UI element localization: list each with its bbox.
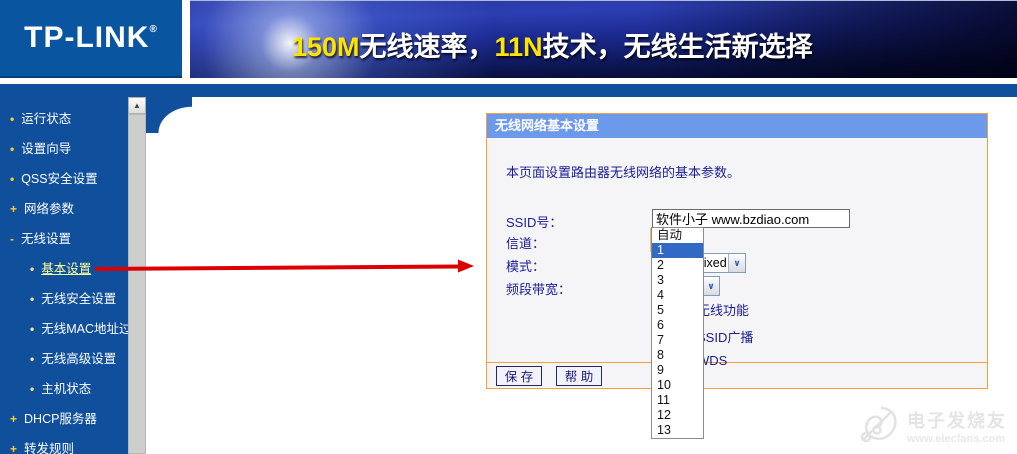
content-corner-curve bbox=[146, 97, 192, 133]
sidebar-item-8[interactable]: • 无线高级设置 bbox=[0, 344, 128, 374]
sidebar-item-label: DHCP服务器 bbox=[24, 412, 97, 426]
channel-option-10[interactable]: 10 bbox=[652, 378, 703, 393]
panel-body: 本页面设置路由器无线网络的基本参数。 SSID号： 信道： 模式： 频段带宽： … bbox=[487, 138, 987, 368]
elecfans-logo-icon bbox=[860, 406, 897, 443]
panel-title: 无线网络基本设置 bbox=[487, 114, 987, 138]
ssid-label: SSID号： bbox=[506, 215, 563, 230]
mode-label: 模式： bbox=[506, 259, 546, 274]
help-button[interactable]: 帮 助 bbox=[556, 365, 602, 386]
bullet-icon: - bbox=[10, 232, 14, 246]
channel-option-6[interactable]: 6 bbox=[652, 318, 703, 333]
sidebar-item-label: QSS安全设置 bbox=[21, 172, 98, 186]
scrollbar-thumb[interactable] bbox=[128, 114, 146, 454]
bullet-icon: + bbox=[10, 202, 18, 216]
channel-option-12[interactable]: 12 bbox=[652, 408, 703, 423]
wireless-settings-panel: 无线网络基本设置 本页面设置路由器无线网络的基本参数。 SSID号： 信道： 模… bbox=[486, 113, 988, 389]
channel-option-11[interactable]: 11 bbox=[652, 393, 703, 408]
sidebar-item-2[interactable]: • QSS安全设置 bbox=[0, 164, 128, 194]
sidebar-menu-list: • 运行状态 • 设置向导 • QSS安全设置 + 网络参数 - 无线设置 • 基本设置 • 无线安全设置… bbox=[0, 104, 128, 454]
elecfans-watermark: 电子发烧友 www.elecfans.com bbox=[857, 404, 1007, 448]
channel-option-1[interactable]: 1 bbox=[652, 243, 703, 258]
bullet-icon: • bbox=[10, 112, 15, 126]
banner-tech: 11N bbox=[494, 32, 543, 62]
bullet-icon: • bbox=[30, 382, 35, 396]
chevron-down-icon[interactable]: ∨ bbox=[702, 277, 719, 295]
chevron-down-icon[interactable]: ∨ bbox=[728, 254, 745, 272]
channel-option-3[interactable]: 3 bbox=[652, 273, 703, 288]
sidebar-item-label: 无线安全设置 bbox=[41, 292, 117, 306]
bullet-icon: • bbox=[10, 172, 15, 186]
panel-button-row: 保 存 帮 助 bbox=[487, 362, 987, 388]
watermark-url: www.elecfans.com bbox=[907, 433, 1006, 445]
elecfans-watermark-text: 电子发烧友 www.elecfans.com bbox=[907, 407, 1007, 445]
channel-option-2[interactable]: 2 bbox=[652, 258, 703, 273]
channel-option-9[interactable]: 9 bbox=[652, 363, 703, 378]
sidebar-item-label: 主机状态 bbox=[41, 382, 92, 396]
top-blue-band bbox=[0, 84, 1017, 97]
sidebar-item-label: 运行状态 bbox=[21, 112, 72, 126]
red-annotation-arrow bbox=[94, 259, 474, 273]
sidebar-item-3[interactable]: + 网络参数 bbox=[0, 194, 128, 224]
sidebar-item-label: 网络参数 bbox=[24, 202, 75, 216]
banner-speed: 150M bbox=[292, 32, 360, 62]
sidebar-item-label: 转发规则 bbox=[24, 442, 75, 454]
promo-banner-text: 150M无线速率，11N技术，无线生活新选择 bbox=[292, 25, 813, 64]
sidebar-item-6[interactable]: • 无线安全设置 bbox=[0, 284, 128, 314]
channel-option-4[interactable]: 4 bbox=[652, 288, 703, 303]
scrollbar-up-icon[interactable]: ▲ bbox=[128, 97, 146, 114]
bullet-icon: • bbox=[30, 352, 35, 366]
sidebar-item-4[interactable]: - 无线设置 bbox=[0, 224, 128, 254]
registered-mark: ® bbox=[149, 24, 158, 35]
banner-seg4: 技术，无线生活新选择 bbox=[542, 32, 813, 62]
promo-banner: 150M无线速率，11N技术，无线生活新选择 bbox=[190, 0, 1017, 78]
channel-option-7[interactable]: 7 bbox=[652, 333, 703, 348]
sidebar-item-label: 无线设置 bbox=[21, 232, 72, 246]
bullet-icon: • bbox=[10, 142, 15, 156]
sidebar-item-11[interactable]: + 转发规则 bbox=[0, 434, 128, 454]
channel-option-13[interactable]: 13 bbox=[652, 423, 703, 438]
sidebar-item-0[interactable]: • 运行状态 bbox=[0, 104, 128, 134]
bullet-icon: • bbox=[30, 322, 35, 336]
banner-seg2: 无线速率， bbox=[359, 32, 495, 62]
sidebar-item-label: 设置向导 bbox=[21, 142, 72, 156]
sidebar-item-label: 无线MAC地址过滤 bbox=[41, 322, 128, 336]
bullet-icon: • bbox=[30, 292, 35, 306]
channel-option-5[interactable]: 5 bbox=[652, 303, 703, 318]
channel-dropdown-list: 自动 1 2 3 4 5 6 7 8 9 10 11 12 13 bbox=[651, 227, 704, 439]
sidebar-item-9[interactable]: • 主机状态 bbox=[0, 374, 128, 404]
channel-option-自动[interactable]: 自动 bbox=[652, 228, 703, 243]
channel-label: 信道： bbox=[506, 236, 546, 251]
ssid-input[interactable] bbox=[652, 209, 850, 228]
sidebar-item-1[interactable]: • 设置向导 bbox=[0, 134, 128, 164]
save-button[interactable]: 保 存 bbox=[496, 365, 542, 386]
bullet-icon: + bbox=[10, 412, 18, 426]
channel-option-8[interactable]: 8 bbox=[652, 348, 703, 363]
bullet-icon: • bbox=[30, 262, 35, 276]
sidebar-item-7[interactable]: • 无线MAC地址过滤 bbox=[0, 314, 128, 344]
tplink-logo-text: TP-LINK® bbox=[24, 21, 158, 54]
band-label: 频段带宽： bbox=[506, 282, 572, 297]
panel-intro-text: 本页面设置路由器无线网络的基本参数。 bbox=[506, 165, 741, 180]
sidebar-item-label: 基本设置 bbox=[41, 262, 92, 276]
sidebar-item-label: 无线高级设置 bbox=[41, 352, 117, 366]
sidebar-item-10[interactable]: + DHCP服务器 bbox=[0, 404, 128, 434]
tplink-logo: TP-LINK® bbox=[0, 0, 182, 78]
bullet-icon: + bbox=[10, 442, 18, 454]
watermark-title: 电子发烧友 bbox=[907, 411, 1007, 431]
